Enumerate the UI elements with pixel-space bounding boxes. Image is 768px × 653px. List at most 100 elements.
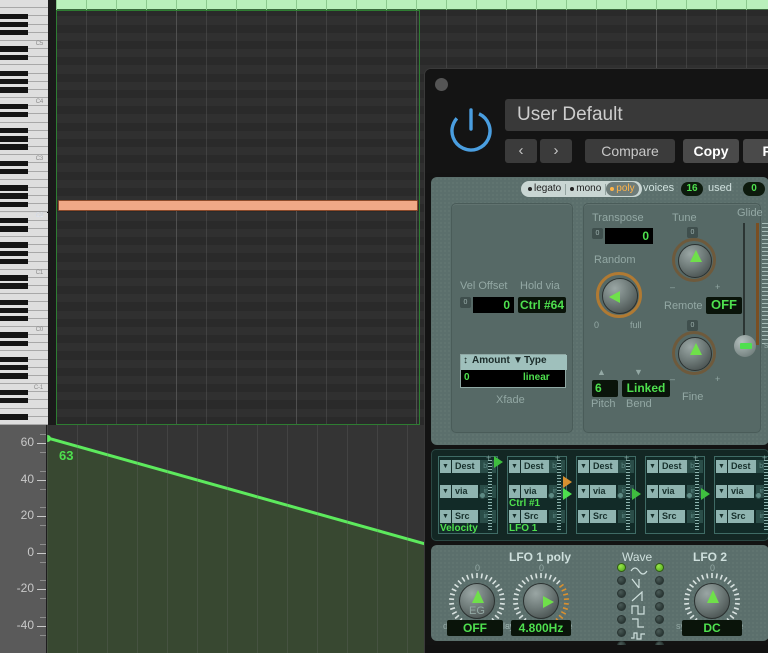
mod-slider-arrow-secondary[interactable] xyxy=(563,476,572,488)
glide-slider-groove[interactable] xyxy=(743,223,745,345)
mod-amount-slider[interactable]: + xyxy=(479,453,503,532)
piano-key-black[interactable] xyxy=(0,283,28,289)
piano-key-black[interactable] xyxy=(0,217,28,224)
mod-slider-center-handle[interactable] xyxy=(755,492,762,499)
lfo2-wave-square-led[interactable] xyxy=(655,602,664,611)
voices-value[interactable]: 16 xyxy=(681,182,703,196)
mod-dest-label[interactable]: Dest xyxy=(590,460,618,473)
rate1-value[interactable]: 4.800Hz xyxy=(511,620,571,636)
piano-key-black[interactable] xyxy=(0,128,28,134)
mod-src-value[interactable]: Velocity xyxy=(440,523,478,534)
piano-key-black[interactable] xyxy=(0,414,28,420)
mod-amount-slider[interactable]: + xyxy=(755,453,768,532)
mod-slider-center-handle[interactable] xyxy=(548,492,555,499)
mod-src-label[interactable]: Src xyxy=(659,510,685,523)
piano-key-black[interactable] xyxy=(0,242,28,248)
lfo2-wave-random-step-led[interactable] xyxy=(655,628,664,637)
chevron-down-icon[interactable]: ▼ xyxy=(578,460,589,473)
chevron-down-icon[interactable]: ▼ xyxy=(509,485,520,498)
mod-via-label[interactable]: via xyxy=(728,485,754,498)
piano-key-black[interactable] xyxy=(0,226,28,232)
copy-button[interactable]: Copy xyxy=(683,139,739,163)
mod-amount-slider[interactable]: + xyxy=(617,453,641,532)
chevron-down-icon[interactable]: ▼ xyxy=(578,510,589,523)
voice-mode-legato[interactable]: legato xyxy=(524,182,565,196)
voice-mode-poly[interactable]: poly xyxy=(606,182,639,196)
fine-knob[interactable] xyxy=(678,337,712,371)
mod-via-label[interactable]: via xyxy=(590,485,616,498)
piano-key-black[interactable] xyxy=(0,54,28,60)
piano-key-black[interactable] xyxy=(0,275,28,281)
mod-dest-label[interactable]: Dest xyxy=(728,460,756,473)
chevron-down-icon[interactable]: ▼ xyxy=(716,485,727,498)
timeline-ruler[interactable] xyxy=(56,0,768,10)
chevron-down-icon[interactable]: ▼ xyxy=(509,510,520,523)
mod-via-label[interactable]: via xyxy=(521,485,547,498)
piano-key-black[interactable] xyxy=(0,79,28,85)
lfo1-wave-pulse-led[interactable] xyxy=(617,615,626,624)
piano-key-black[interactable] xyxy=(0,250,28,257)
voice-mode-mono[interactable]: mono xyxy=(566,182,605,196)
piano-key-black[interactable] xyxy=(0,316,28,322)
mod-dest-label[interactable]: Dest xyxy=(521,460,549,473)
piano-key-black[interactable] xyxy=(0,389,28,395)
mod-slider-center-handle[interactable] xyxy=(686,492,693,499)
hold-via-value[interactable]: Ctrl #64 xyxy=(518,297,566,313)
piano-key-black[interactable] xyxy=(0,160,28,167)
bend-down-icon[interactable]: ▼ xyxy=(634,367,643,377)
rate2-knob[interactable] xyxy=(694,583,730,619)
mod-via-value[interactable]: Ctrl #1 xyxy=(509,498,540,509)
xfade-table[interactable]: ↕ Amount ▼ Type 0 linear xyxy=(460,354,567,388)
piano-key-black[interactable] xyxy=(0,356,28,363)
fine-center-icon[interactable]: 0 xyxy=(687,320,698,331)
mod-slider-arrow[interactable] xyxy=(632,488,641,500)
mod-slider-arrow[interactable] xyxy=(494,456,503,468)
preset-name-field[interactable]: User Default xyxy=(505,99,768,131)
mod-amount-slider[interactable]: + xyxy=(686,453,710,532)
tune-center-value[interactable]: 0 xyxy=(687,227,698,238)
power-icon[interactable] xyxy=(445,103,497,155)
paste-button[interactable]: Pa xyxy=(743,139,768,163)
piano-key-black[interactable] xyxy=(0,111,28,118)
transpose-value[interactable]: 0 xyxy=(605,228,653,244)
chevron-down-icon[interactable]: ▼ xyxy=(647,485,658,498)
piano-key-black[interactable] xyxy=(0,13,28,20)
mod-slider-arrow[interactable] xyxy=(563,488,572,500)
vel-offset-midi-icon[interactable]: 0 xyxy=(460,297,471,308)
preset-prev-button[interactable]: ‹ xyxy=(505,139,537,163)
piano-key-black[interactable] xyxy=(0,332,28,338)
mod-via-label[interactable]: via xyxy=(452,485,478,498)
mod-slider-arrow[interactable] xyxy=(701,488,710,500)
piano-key-black[interactable] xyxy=(0,299,28,306)
piano-keyboard[interactable]: C5 C4 C3 C2 C2 C1 C0 C-1 xyxy=(0,0,48,425)
mod-slider-center-handle[interactable] xyxy=(479,492,486,499)
piano-key-black[interactable] xyxy=(0,201,28,208)
piano-key-black[interactable] xyxy=(0,168,28,175)
piano-key-black[interactable] xyxy=(0,365,28,371)
remote-value[interactable]: OFF xyxy=(706,297,742,314)
mod-amount-slider[interactable]: + xyxy=(548,453,572,532)
mod-src-value[interactable]: LFO 1 xyxy=(509,523,537,534)
piano-key-black[interactable] xyxy=(0,185,28,191)
compare-button[interactable]: Compare xyxy=(585,139,675,163)
note-event[interactable] xyxy=(58,200,418,211)
piano-key-black[interactable] xyxy=(0,193,28,199)
piano-key-black[interactable] xyxy=(0,29,28,36)
random-knob[interactable] xyxy=(602,278,638,314)
chevron-down-icon[interactable]: ▼ xyxy=(440,510,451,523)
mod-dest-label[interactable]: Dest xyxy=(659,460,687,473)
lfo1-wave-sine-led[interactable] xyxy=(617,563,626,572)
lfo1-wave-random-step-led[interactable] xyxy=(617,628,626,637)
chevron-down-icon[interactable]: ▼ xyxy=(716,460,727,473)
tune-knob[interactable] xyxy=(678,244,712,278)
piano-key-black[interactable] xyxy=(0,258,28,265)
chevron-down-icon[interactable]: ▼ xyxy=(440,485,451,498)
piano-key-black[interactable] xyxy=(0,103,28,109)
lfo2-wave-ramp-down-led[interactable] xyxy=(655,576,664,585)
piano-key-black[interactable] xyxy=(0,70,28,77)
piano-key-black[interactable] xyxy=(0,373,28,379)
lfo1-wave-ramp-down-led[interactable] xyxy=(617,576,626,585)
chevron-down-icon[interactable]: ▼ xyxy=(647,460,658,473)
voice-mode-group[interactable]: legato mono poly xyxy=(521,181,642,197)
piano-key-black[interactable] xyxy=(0,307,28,314)
